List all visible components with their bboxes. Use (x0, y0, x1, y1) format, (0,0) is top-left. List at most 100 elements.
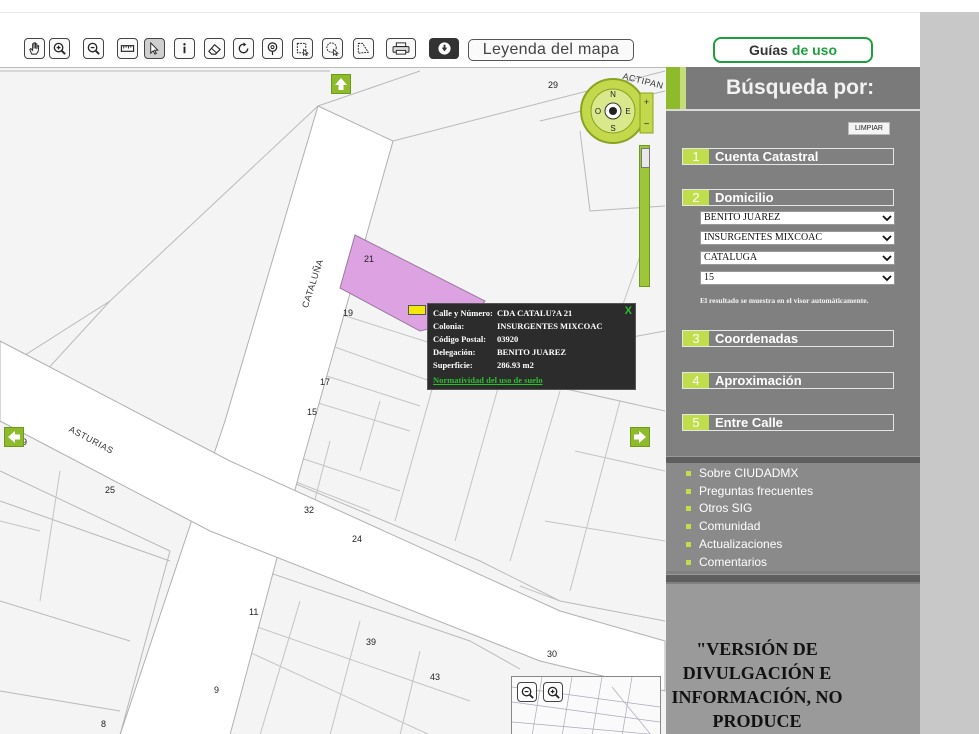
user-guides-button[interactable]: Guías de uso (713, 37, 873, 63)
chevron-down-icon (882, 275, 892, 282)
download-icon[interactable] (429, 38, 459, 59)
minimap-zoom-in-button[interactable] (543, 682, 563, 702)
select-circle-icon[interactable] (322, 38, 343, 59)
pan-icon[interactable] (24, 38, 45, 59)
top-strip (0, 0, 920, 13)
clear-button[interactable]: LIMPIAR (848, 122, 890, 135)
link-sobre-ciudadmx[interactable]: Sobre CIUDADMX (686, 465, 798, 481)
zoom-slider-handle[interactable] (641, 148, 650, 168)
info-icon[interactable] (174, 38, 195, 59)
refresh-icon[interactable] (233, 38, 254, 59)
section-number: 4 (683, 373, 709, 388)
bullet-icon (686, 559, 691, 565)
zoom-slider[interactable] (639, 145, 650, 287)
panel-divider (666, 574, 920, 582)
popup-row: Colonia: INSURGENTES MIXCOAC (433, 321, 633, 334)
select-value: BENITO JUAREZ (704, 212, 781, 223)
link-label: Comentarios (699, 555, 768, 569)
link-comentarios[interactable]: Comentarios (686, 554, 767, 570)
app-root: Leyenda del mapa Guías de uso 29 21 19 1… (0, 0, 979, 734)
select-rectangle-icon[interactable] (292, 38, 313, 59)
compass-n: N (610, 90, 616, 99)
section-entre-calle[interactable]: 5 Entre Calle (682, 414, 894, 431)
pan-north-button[interactable] (331, 74, 351, 94)
link-label: Comunidad (699, 519, 761, 533)
numero-select[interactable]: 15 (700, 271, 895, 285)
map-legend-button[interactable]: Leyenda del mapa (468, 39, 634, 61)
guides-label-accent: de uso (791, 42, 838, 58)
parcel-number: 11 (249, 607, 259, 617)
delegacion-select[interactable]: BENITO JUAREZ (700, 211, 895, 225)
section-aproximacion[interactable]: 4 Aproximación (682, 372, 894, 389)
section-cuenta-catastral[interactable]: 1 Cuenta Catastral (682, 148, 894, 165)
link-label: Sobre CIUDADMX (699, 466, 799, 480)
popup-key: Calle y Número: (433, 308, 493, 318)
chevron-down-icon (882, 255, 892, 262)
parcel-info-popup: X Calle y Número: CDA CATALU?A 21 Colonia… (427, 303, 636, 390)
link-actualizaciones[interactable]: Actualizaciones (686, 536, 782, 552)
section-number: 1 (683, 149, 709, 164)
bullet-icon (686, 505, 691, 511)
eraser-icon[interactable] (204, 38, 225, 59)
parcel-number: 24 (352, 534, 363, 544)
link-label: Preguntas frecuentes (699, 484, 814, 498)
link-label: Actualizaciones (699, 537, 783, 551)
pan-east-button[interactable] (630, 427, 650, 447)
auto-result-hint: El resultado se muestra en el visor auto… (700, 296, 869, 305)
parcel-number: 30 (547, 649, 558, 659)
parcel-number: 19 (343, 308, 354, 318)
link-preguntas-frecuentes[interactable]: Preguntas frecuentes (686, 483, 813, 499)
map-viewer[interactable]: 29 21 19 17 15 25 32 24 11 39 30 43 9 8 … (0, 67, 666, 734)
section-number: 5 (683, 415, 709, 430)
parcel-number: 15 (307, 407, 318, 417)
popup-key: Delegación: (433, 347, 476, 357)
popup-value: INSURGENTES MIXCOAC (497, 321, 603, 331)
minimap-zoom-out-button[interactable] (517, 682, 537, 702)
section-label: Aproximación (715, 373, 802, 388)
zoom-in-icon[interactable] (49, 38, 70, 59)
compass-navigator[interactable]: + − N S E O (580, 75, 656, 145)
colonia-select[interactable]: INSURGENTES MIXCOAC (700, 231, 895, 245)
compass-e: E (625, 107, 630, 116)
parcel-number: 8 (101, 719, 107, 729)
zoom-out-icon (521, 686, 534, 699)
parcel-marker-icon (408, 305, 426, 315)
select-polygon-icon[interactable] (353, 38, 374, 59)
parcel-number: 9 (214, 685, 220, 695)
print-icon[interactable] (386, 38, 416, 59)
select-pointer-icon[interactable] (144, 38, 165, 59)
bullet-icon (686, 541, 691, 547)
select-value: INSURGENTES MIXCOAC (704, 232, 823, 243)
page-scrollbar[interactable] (920, 12, 979, 734)
section-number: 3 (683, 331, 709, 346)
popup-key: Código Postal: (433, 334, 487, 344)
section-coordenadas[interactable]: 3 Coordenadas (682, 330, 894, 347)
section-label: Cuenta Catastral (715, 149, 819, 164)
popup-row: Superficie: 286.93 m2 (433, 360, 633, 373)
calle-select[interactable]: CATALUGA (700, 251, 895, 265)
bullet-icon (686, 488, 691, 494)
link-otros-sig[interactable]: Otros SIG (686, 500, 752, 516)
popup-value: 03920 (497, 334, 519, 344)
section-domicilio[interactable]: 2 Domicilio (682, 189, 894, 206)
popup-row: Delegación: BENITO JUAREZ (433, 347, 633, 360)
parcel-number: 21 (364, 254, 375, 264)
link-comunidad[interactable]: Comunidad (686, 518, 760, 534)
location-search-icon[interactable] (262, 38, 283, 59)
arrow-left-icon (8, 431, 20, 443)
section-label: Coordenadas (715, 331, 799, 346)
popup-value: 286.93 m2 (497, 360, 534, 370)
measure-ruler-icon[interactable] (117, 38, 138, 59)
popup-row: Calle y Número: CDA CATALU?A 21 (433, 308, 633, 321)
zoom-out-icon[interactable] (83, 38, 104, 59)
popup-row: Código Postal: 03920 (433, 334, 633, 347)
land-use-regulations-link[interactable]: Normatividad del uso de suelo (433, 375, 543, 385)
arrow-right-icon (634, 431, 646, 443)
search-panel: Búsqueda por: LIMPIAR 1 Cuenta Catastral … (666, 67, 920, 734)
svg-text:+: + (644, 97, 649, 107)
pan-west-button[interactable] (4, 427, 24, 447)
select-value: 15 (704, 272, 714, 283)
links-list: Sobre CIUDADMX Preguntas frecuentes Otro… (666, 463, 920, 571)
select-value: CATALUGA (704, 252, 758, 263)
bullet-icon (686, 470, 691, 476)
